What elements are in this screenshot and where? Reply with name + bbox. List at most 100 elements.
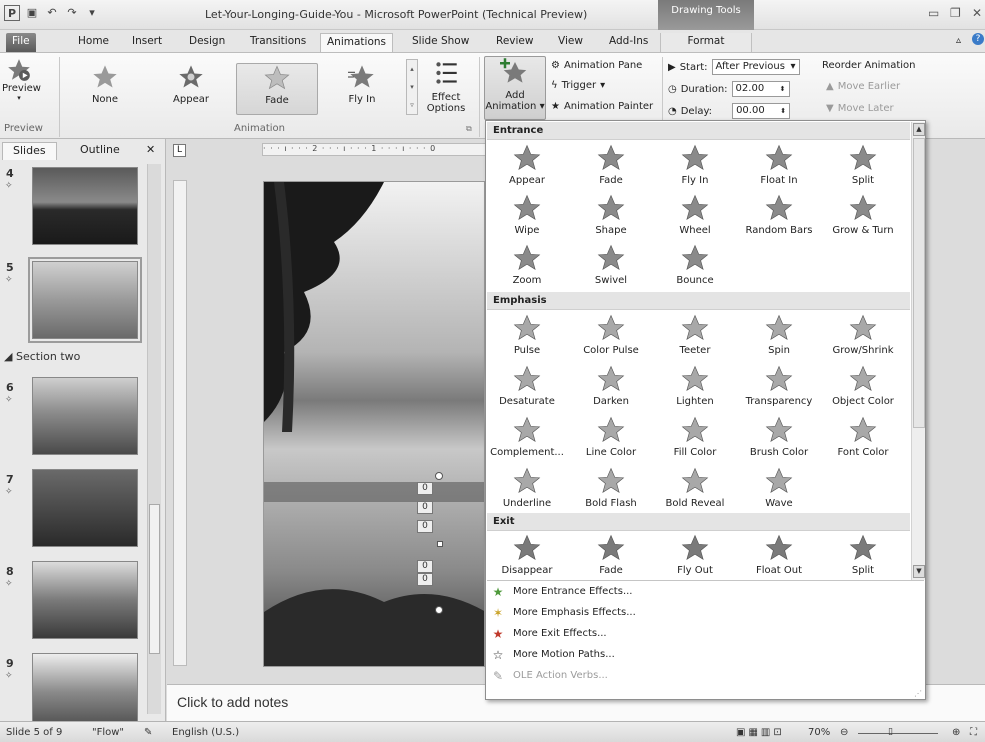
- entrance-effect-swivel[interactable]: Swivel: [570, 243, 652, 286]
- emphasis-effect-desaturate[interactable]: Desaturate: [486, 364, 568, 407]
- minimize-ribbon-icon[interactable]: ▵: [956, 35, 961, 46]
- entrance-effect-split[interactable]: Split: [822, 143, 904, 186]
- selection-handle[interactable]: [435, 472, 443, 480]
- animation-pane-button[interactable]: ⚙ Animation Pane: [551, 60, 642, 71]
- trigger-button[interactable]: ϟ Trigger ▾: [551, 80, 605, 91]
- gallery-fade[interactable]: Fade: [236, 63, 318, 115]
- selection-handle[interactable]: [435, 606, 443, 614]
- tab-slides[interactable]: Slides: [2, 142, 57, 160]
- tab-selector-icon[interactable]: L: [173, 144, 186, 157]
- slide-thumbnail-7[interactable]: [32, 469, 138, 547]
- tab-format[interactable]: Format: [660, 33, 752, 52]
- emphasis-effect-pulse[interactable]: Pulse: [486, 313, 568, 356]
- exit-effect-disappear[interactable]: Disappear: [486, 533, 568, 576]
- tab-slide-show[interactable]: Slide Show: [406, 33, 475, 52]
- zoom-level[interactable]: 70%: [808, 727, 830, 738]
- emphasis-effect-bold-reveal[interactable]: Bold Reveal: [654, 466, 736, 509]
- resize-grip-icon[interactable]: ⋰: [914, 689, 922, 698]
- add-animation-button[interactable]: Add Animation ▾: [484, 56, 546, 120]
- entrance-effect-random-bars[interactable]: Random Bars: [738, 193, 820, 236]
- move-later-button[interactable]: ▼ Move Later: [826, 103, 894, 114]
- tab-add-ins[interactable]: Add-Ins: [603, 33, 654, 52]
- emphasis-effect-teeter[interactable]: Teeter: [654, 313, 736, 356]
- entrance-effect-appear[interactable]: Appear: [486, 143, 568, 186]
- emphasis-effect-grow-shrink[interactable]: Grow/Shrink: [822, 313, 904, 356]
- tab-transitions[interactable]: Transitions: [244, 33, 312, 52]
- slide-thumbnail-4[interactable]: [32, 167, 138, 245]
- gallery-appear[interactable]: Appear: [162, 63, 220, 115]
- help-icon[interactable]: ?: [972, 33, 984, 45]
- entrance-effect-grow-turn[interactable]: Grow & Turn: [822, 193, 904, 236]
- scroll-down-icon[interactable]: ▼: [913, 565, 925, 578]
- more-emphasis-effects[interactable]: ✶ More Emphasis Effects...: [489, 603, 909, 623]
- entrance-effect-wheel[interactable]: Wheel: [654, 193, 736, 236]
- animation-tag[interactable]: 0: [417, 501, 433, 514]
- emphasis-effect-transparency[interactable]: Transparency: [738, 364, 820, 407]
- delay-spinner[interactable]: 00.00 ⬍: [732, 103, 791, 119]
- minimize-icon[interactable]: ▭: [928, 6, 939, 20]
- entrance-effect-shape[interactable]: Shape: [570, 193, 652, 236]
- tab-file[interactable]: File: [6, 33, 36, 52]
- slide-thumbnail-5[interactable]: [28, 257, 142, 343]
- slide-thumbnail-9[interactable]: [32, 653, 138, 731]
- customize-qat-icon[interactable]: ▾: [84, 5, 100, 21]
- dialog-launcher-icon[interactable]: ⧉: [466, 124, 472, 134]
- animation-tag[interactable]: 0: [417, 520, 433, 533]
- tab-design[interactable]: Design: [183, 33, 231, 52]
- emphasis-effect-fill-color[interactable]: Fill Color: [654, 415, 736, 458]
- redo-icon[interactable]: ↷: [64, 5, 80, 21]
- zoom-slider[interactable]: [858, 733, 938, 734]
- more-motion-paths[interactable]: ☆ More Motion Paths...: [489, 645, 909, 665]
- more-exit-effects[interactable]: ★ More Exit Effects...: [489, 624, 909, 644]
- emphasis-effect-bold-flash[interactable]: Bold Flash: [570, 466, 652, 509]
- scrollbar-thumb[interactable]: [149, 504, 160, 654]
- animation-tag[interactable]: 0: [417, 482, 433, 495]
- tab-insert[interactable]: Insert: [126, 33, 168, 52]
- emphasis-effect-font-color[interactable]: Font Color: [822, 415, 904, 458]
- zoom-slider-thumb[interactable]: ▯: [888, 727, 893, 737]
- animation-painter-button[interactable]: ★ Animation Painter: [551, 101, 653, 112]
- spell-check-icon[interactable]: ✎: [144, 727, 152, 738]
- tab-animations[interactable]: Animations: [320, 33, 394, 52]
- emphasis-effect-color-pulse[interactable]: Color Pulse: [570, 313, 652, 356]
- entrance-effect-fade[interactable]: Fade: [570, 143, 652, 186]
- zoom-in-icon[interactable]: ⊕: [952, 727, 960, 738]
- move-earlier-button[interactable]: ▲ Move Earlier: [826, 81, 900, 92]
- exit-effect-float-out[interactable]: Float Out: [738, 533, 820, 576]
- emphasis-effect-underline[interactable]: Underline: [486, 466, 568, 509]
- more-entrance-effects[interactable]: ★ More Entrance Effects...: [489, 582, 909, 602]
- slide-thumbnail-8[interactable]: [32, 561, 138, 639]
- exit-effect-fade[interactable]: Fade: [570, 533, 652, 576]
- selection-handle[interactable]: [437, 541, 443, 547]
- gallery-fly-in[interactable]: Fly In: [326, 63, 398, 115]
- scroll-up-icon[interactable]: ▲: [913, 123, 925, 136]
- animation-tag[interactable]: 0: [417, 573, 433, 586]
- view-buttons[interactable]: ▣▦▥⊡: [736, 727, 785, 738]
- emphasis-effect-wave[interactable]: Wave: [738, 466, 820, 509]
- exit-effect-fly-out[interactable]: Fly Out: [654, 533, 736, 576]
- theme-name[interactable]: "Flow": [92, 727, 124, 738]
- section-header[interactable]: ◢ Section two: [4, 350, 80, 363]
- effect-options-button[interactable]: Effect Options: [420, 59, 472, 114]
- close-icon[interactable]: ✕: [972, 6, 982, 20]
- zoom-out-icon[interactable]: ⊖: [840, 727, 848, 738]
- restore-icon[interactable]: ❐: [950, 6, 961, 20]
- ole-action-verbs[interactable]: ✎ OLE Action Verbs...: [489, 666, 909, 686]
- save-icon[interactable]: ▣: [24, 5, 40, 21]
- slide-canvas[interactable]: [263, 181, 485, 667]
- language-indicator[interactable]: English (U.S.): [172, 727, 239, 738]
- tab-home[interactable]: Home: [72, 33, 115, 52]
- powerpoint-logo-icon[interactable]: P: [4, 5, 20, 21]
- emphasis-effect-brush-color[interactable]: Brush Color: [738, 415, 820, 458]
- dropdown-scroll-thumb[interactable]: [913, 138, 925, 428]
- emphasis-effect-line-color[interactable]: Line Color: [570, 415, 652, 458]
- emphasis-effect-darken[interactable]: Darken: [570, 364, 652, 407]
- entrance-effect-wipe[interactable]: Wipe: [486, 193, 568, 236]
- emphasis-effect-object-color[interactable]: Object Color: [822, 364, 904, 407]
- animation-tag[interactable]: 0: [417, 560, 433, 573]
- preview-button[interactable]: Preview ▾: [2, 57, 41, 102]
- entrance-effect-fly-in[interactable]: Fly In: [654, 143, 736, 186]
- duration-spinner[interactable]: 02.00 ⬍: [731, 81, 790, 97]
- slide-thumbnail-6[interactable]: [32, 377, 138, 455]
- tab-review[interactable]: Review: [490, 33, 539, 52]
